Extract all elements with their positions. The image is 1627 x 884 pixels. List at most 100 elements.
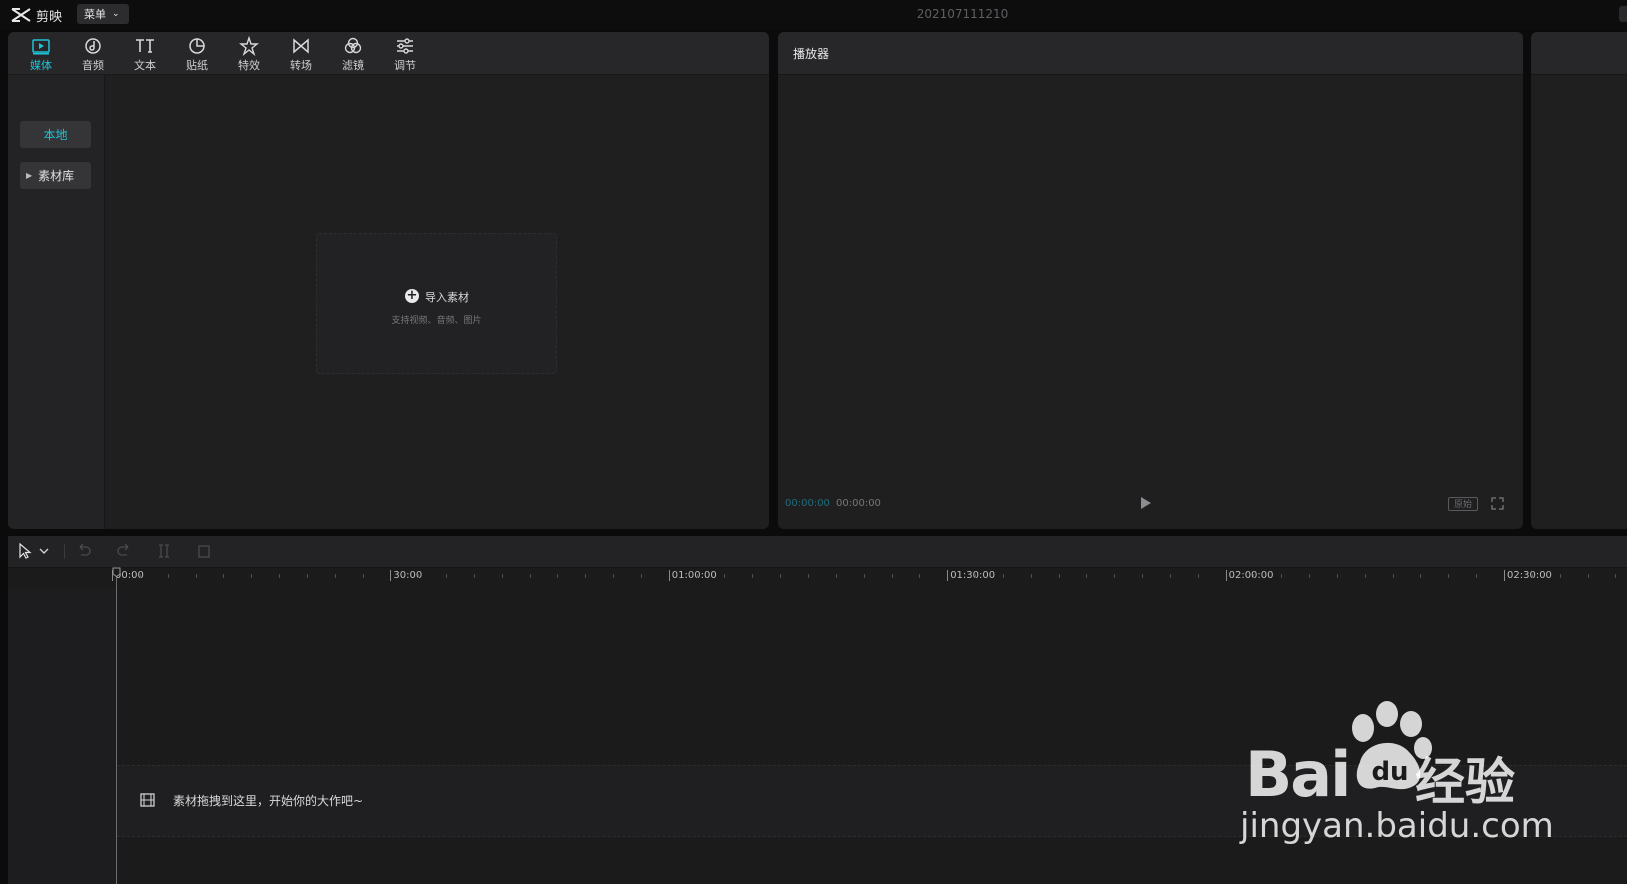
ruler-minor-tick <box>195 574 197 578</box>
ruler-minor-tick <box>1169 574 1171 578</box>
tab-effects[interactable]: 特效 <box>224 34 274 74</box>
tab-label: 音频 <box>82 59 104 72</box>
app-name: 剪映 <box>36 10 63 25</box>
delete-icon[interactable] <box>196 543 212 559</box>
properties-header <box>1531 32 1627 75</box>
toolbar-divider <box>64 544 65 559</box>
ruler-major-tick <box>947 570 949 581</box>
ruler-minor-tick <box>1587 574 1589 578</box>
ruler-minor-tick <box>1030 574 1032 578</box>
media-icon <box>32 39 50 55</box>
ruler-minor-tick <box>1476 574 1478 578</box>
timeline-toolbar <box>8 536 1627 568</box>
sidebar-item-label: 素材库 <box>38 169 75 183</box>
chevron-down-icon[interactable] <box>38 543 50 559</box>
sticker-icon <box>189 38 205 54</box>
main-track-dropzone[interactable]: 素材拖拽到这里，开始你的大作吧~ <box>117 765 1627 837</box>
caret-right-icon: ▶ <box>26 171 33 180</box>
ruler-minor-tick <box>167 574 169 578</box>
sidebar-item-local[interactable]: 本地 <box>20 121 91 148</box>
ruler-label: 02:00:00 <box>1228 570 1274 581</box>
tab-label: 贴纸 <box>186 59 208 72</box>
ruler-minor-tick <box>975 574 977 578</box>
chevron-down-icon: ⌄ <box>112 9 120 19</box>
tab-transition[interactable]: 转场 <box>276 34 326 74</box>
ruler-minor-tick <box>1197 574 1199 578</box>
tab-adjust[interactable]: 调节 <box>380 34 430 74</box>
ruler-major-tick <box>390 570 392 581</box>
ruler-minor-tick <box>139 574 141 578</box>
tab-sticker[interactable]: 贴纸 <box>172 34 222 74</box>
tab-label: 文本 <box>134 59 156 72</box>
adjust-icon <box>397 38 413 54</box>
tab-label: 特效 <box>238 59 260 72</box>
ruler-minor-tick <box>919 574 921 578</box>
import-label: 导入素材 <box>425 291 469 304</box>
sidebar-item-library[interactable]: ▶ 素材库 <box>20 162 91 189</box>
tab-text[interactable]: 文本 <box>120 34 170 74</box>
playhead[interactable] <box>116 569 117 884</box>
ruler-minor-tick <box>418 574 420 578</box>
current-time: 00:00:00 <box>785 498 830 509</box>
ruler-minor-tick <box>501 574 503 578</box>
ruler-minor-tick <box>1309 574 1311 578</box>
ruler-minor-tick <box>1448 574 1450 578</box>
ruler-minor-tick <box>1058 574 1060 578</box>
transition-icon <box>293 38 309 54</box>
ruler-label: 01:30:00 <box>950 570 996 581</box>
ruler-minor-tick <box>251 574 253 578</box>
ruler-minor-tick <box>1559 574 1561 578</box>
tab-media[interactable]: 媒体 <box>16 34 66 74</box>
window-control[interactable] <box>1619 6 1627 22</box>
ruler-minor-tick <box>446 574 448 578</box>
ruler-minor-tick <box>334 574 336 578</box>
film-strip-icon <box>140 793 155 807</box>
text-icon <box>136 39 154 53</box>
title-bar: 剪映 菜单 ⌄ 202107111210 <box>0 0 1627 30</box>
player-title: 播放器 <box>793 47 830 61</box>
ruler-minor-tick <box>1253 574 1255 578</box>
ruler-minor-tick <box>1615 574 1617 578</box>
ruler-minor-tick <box>1531 574 1533 578</box>
player-panel: 播放器 00:00:00 00:00:00 原始 <box>778 32 1523 529</box>
tab-filter[interactable]: 滤镜 <box>328 34 378 74</box>
menu-button[interactable]: 菜单 ⌄ <box>77 4 129 24</box>
import-media-dropzone[interactable]: + 导入素材 支持视频、音频、图片 <box>316 233 557 374</box>
split-icon[interactable] <box>156 543 172 559</box>
redo-icon[interactable] <box>116 543 132 559</box>
ruler-minor-tick <box>613 574 615 578</box>
ruler-minor-tick <box>1114 574 1116 578</box>
play-icon[interactable] <box>1140 496 1152 510</box>
import-hint: 支持视频、音频、图片 <box>391 316 482 326</box>
ruler-label: 01:00:00 <box>671 570 717 581</box>
player-header: 播放器 <box>778 32 1523 75</box>
aspect-ratio-button[interactable]: 原始 <box>1448 497 1478 511</box>
tab-label: 调节 <box>394 59 416 72</box>
ruler-minor-tick <box>1336 574 1338 578</box>
ruler-minor-tick <box>1364 574 1366 578</box>
audio-icon <box>85 38 101 54</box>
playhead-handle-icon[interactable] <box>112 567 121 577</box>
tab-label: 媒体 <box>30 59 52 72</box>
ruler-minor-tick <box>306 574 308 578</box>
tab-audio[interactable]: 音频 <box>68 34 118 74</box>
project-title: 202107111210 <box>916 7 1009 21</box>
fullscreen-icon[interactable] <box>1491 497 1504 510</box>
undo-icon[interactable] <box>76 543 92 559</box>
ruler-minor-tick <box>780 574 782 578</box>
capcut-logo-icon <box>11 8 31 22</box>
ruler-minor-tick <box>1281 574 1283 578</box>
select-cursor-icon[interactable] <box>17 543 33 559</box>
ruler-minor-tick <box>585 574 587 578</box>
ruler-minor-tick <box>223 574 225 578</box>
menu-label: 菜单 <box>84 8 106 21</box>
ruler-minor-tick <box>891 574 893 578</box>
timeline-ruler[interactable]: 00:00 30:00 01:00:00 01:30:00 02:00:00 02:30:… <box>8 567 1627 589</box>
media-sidebar: 本地 ▶ 素材库 <box>8 75 105 529</box>
ruler-minor-tick <box>808 574 809 578</box>
total-time: 00:00:00 <box>836 498 881 509</box>
ruler-minor-tick <box>640 574 642 578</box>
ruler-minor-tick <box>1420 574 1422 578</box>
media-toolbar: 媒体 音频 文本 贴纸 特效 转场 滤镜 调节 <box>8 32 769 75</box>
ruler-minor-tick <box>863 574 865 578</box>
